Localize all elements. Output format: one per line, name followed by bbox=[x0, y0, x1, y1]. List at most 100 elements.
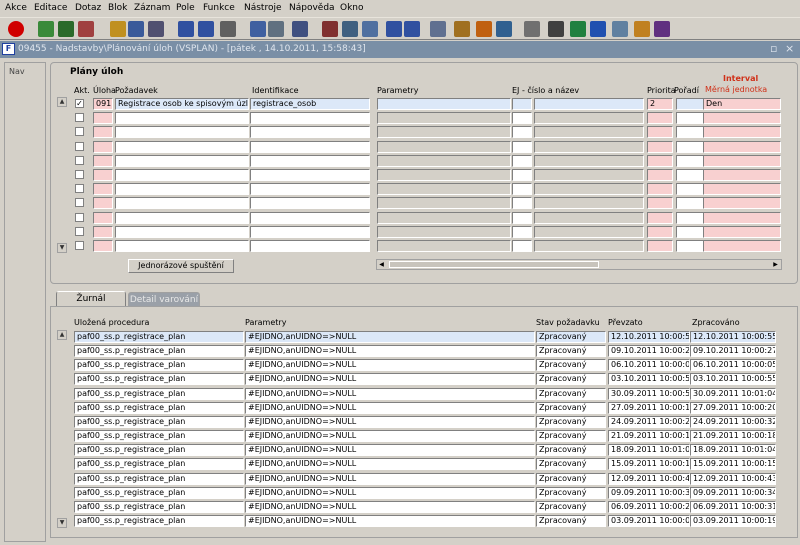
plan-cell-priorita[interactable] bbox=[647, 126, 673, 139]
plan-cell-uloha[interactable]: 091 bbox=[93, 98, 113, 110]
plan-cell-uloha[interactable] bbox=[93, 225, 113, 238]
cut-icon[interactable] bbox=[322, 21, 338, 37]
plan-cell-pozadavek[interactable]: Registrace osob ke spisovým úzlů bbox=[115, 98, 249, 110]
journal-cell-param[interactable]: #EJIDNO,anUIDNO=>NULL bbox=[245, 415, 535, 428]
plan-cell-parametry[interactable] bbox=[377, 225, 511, 238]
journal-cell-stav[interactable]: Zpracovaný bbox=[536, 472, 606, 485]
menu-0[interactable]: Akce bbox=[5, 3, 27, 13]
journal-cell-stav[interactable]: Zpracovaný bbox=[536, 430, 606, 443]
journal-cell-zpracovano[interactable]: 30.09.2011 10:01:04 bbox=[690, 387, 776, 400]
plan-cell-poradi[interactable] bbox=[676, 197, 704, 210]
journal-cell-stav[interactable]: Zpracovaný bbox=[536, 444, 606, 457]
plan-cell-ej-nazev[interactable] bbox=[534, 154, 644, 167]
plan-cell-priorita[interactable] bbox=[647, 169, 673, 181]
plan-cell-interval[interactable] bbox=[703, 154, 781, 167]
plan-cell-ej-nazev[interactable] bbox=[534, 112, 644, 125]
cancel-query-icon[interactable] bbox=[148, 21, 164, 37]
one-time-run-button[interactable]: Jednorázové spuštění bbox=[128, 259, 234, 273]
plan-cell-ej-nazev[interactable] bbox=[534, 169, 644, 181]
plans-hscroll[interactable]: ◀ ▶ bbox=[376, 259, 782, 270]
plan-cell-ej-cislo[interactable] bbox=[512, 154, 532, 167]
plan-cell-pozadavek[interactable] bbox=[115, 140, 249, 153]
plan-cell-ej-nazev[interactable] bbox=[534, 126, 644, 139]
print-icon[interactable] bbox=[250, 21, 266, 37]
journal-cell-zpracovano[interactable]: 03.10.2011 10:00:55 bbox=[690, 373, 776, 386]
akt-checkbox[interactable] bbox=[75, 212, 84, 222]
journal-cell-stav[interactable]: Zpracovaný bbox=[536, 345, 606, 358]
plan-cell-priorita[interactable] bbox=[647, 183, 673, 196]
plan-cell-parametry[interactable] bbox=[377, 140, 511, 153]
exit-icon[interactable] bbox=[8, 21, 24, 37]
akt-checkbox[interactable] bbox=[75, 241, 84, 250]
journal-cell-stav[interactable]: Zpracovaný bbox=[536, 458, 606, 471]
journal-cell-proc[interactable]: paf00_ss.p_registrace_plan bbox=[74, 345, 244, 358]
user-icon[interactable] bbox=[634, 21, 650, 37]
plan-cell-ej-nazev[interactable] bbox=[534, 183, 644, 196]
help-icon[interactable] bbox=[654, 21, 670, 37]
menu-1[interactable]: Editace bbox=[34, 3, 67, 13]
journal-cell-stav[interactable]: Zpracovaný bbox=[536, 514, 606, 527]
sort-asc-icon[interactable] bbox=[178, 21, 194, 37]
tab-zurnal[interactable]: Žurnál bbox=[56, 291, 126, 307]
plan-cell-poradi[interactable] bbox=[676, 169, 704, 181]
akt-checkbox[interactable] bbox=[75, 226, 84, 236]
plan-cell-interval[interactable] bbox=[703, 240, 781, 252]
journal-cell-proc[interactable]: paf00_ss.p_registrace_plan bbox=[74, 331, 244, 343]
plan-cell-poradi[interactable] bbox=[676, 183, 704, 196]
plan-cell-ej-cislo[interactable] bbox=[512, 140, 532, 153]
plan-cell-pozadavek[interactable] bbox=[115, 112, 249, 125]
journal-cell-proc[interactable]: paf00_ss.p_registrace_plan bbox=[74, 430, 244, 443]
journal-cell-zpracovano[interactable]: 09.10.2011 10:00:27 bbox=[690, 345, 776, 358]
akt-checkbox[interactable] bbox=[75, 198, 84, 208]
journal-cell-zpracovano[interactable]: 15.09.2011 10:00:15 bbox=[690, 458, 776, 471]
filter-icon[interactable] bbox=[220, 21, 236, 37]
journal-cell-stav[interactable]: Zpracovaný bbox=[536, 486, 606, 499]
akt-checkbox[interactable] bbox=[75, 155, 84, 165]
plan-cell-ej-cislo[interactable] bbox=[512, 197, 532, 210]
menu-6[interactable]: Funkce bbox=[203, 3, 235, 13]
journal-cell-param[interactable]: #EJIDNO,anUIDNO=>NULL bbox=[245, 345, 535, 358]
journal-cell-proc[interactable]: paf00_ss.p_registrace_plan bbox=[74, 486, 244, 499]
plan-cell-pozadavek[interactable] bbox=[115, 126, 249, 139]
plan-cell-poradi[interactable] bbox=[676, 211, 704, 224]
journal-cell-prevzato[interactable]: 12.10.2011 10:00:53 bbox=[608, 331, 690, 343]
plan-cell-interval[interactable] bbox=[703, 140, 781, 153]
journal-cell-prevzato[interactable]: 03.09.2011 10:00:09 bbox=[608, 514, 690, 527]
scroll-right-icon[interactable]: ▶ bbox=[771, 260, 780, 269]
preview-icon[interactable] bbox=[268, 21, 284, 37]
journal-cell-proc[interactable]: paf00_ss.p_registrace_plan bbox=[74, 401, 244, 414]
plan-cell-identifikace[interactable] bbox=[250, 169, 370, 181]
journal-cell-param[interactable]: #EJIDNO,anUIDNO=>NULL bbox=[245, 359, 535, 372]
plan-cell-interval[interactable] bbox=[703, 126, 781, 139]
journal-cell-prevzato[interactable]: 21.09.2011 10:00:14 bbox=[608, 430, 690, 443]
journal-scroll-down-icon[interactable]: ▼ bbox=[57, 518, 67, 528]
plan-cell-ej-nazev[interactable] bbox=[534, 211, 644, 224]
plan-cell-identifikace[interactable] bbox=[250, 240, 370, 252]
settings-icon[interactable] bbox=[612, 21, 628, 37]
plan-cell-priorita[interactable] bbox=[647, 154, 673, 167]
plan-cell-uloha[interactable] bbox=[93, 140, 113, 153]
plan-cell-ej-cislo[interactable] bbox=[512, 126, 532, 139]
plan-cell-parametry[interactable] bbox=[377, 183, 511, 196]
plan-cell-identifikace[interactable] bbox=[250, 197, 370, 210]
journal-cell-proc[interactable]: paf00_ss.p_registrace_plan bbox=[74, 472, 244, 485]
plan-cell-identifikace[interactable] bbox=[250, 112, 370, 125]
plan-cell-parametry[interactable] bbox=[377, 240, 511, 252]
scroll-left-icon[interactable]: ◀ bbox=[377, 260, 386, 269]
journal-cell-stav[interactable]: Zpracovaný bbox=[536, 387, 606, 400]
plan-cell-priorita[interactable]: 2 bbox=[647, 98, 673, 110]
plan-cell-poradi[interactable] bbox=[676, 112, 704, 125]
journal-cell-stav[interactable]: Zpracovaný bbox=[536, 331, 606, 343]
plan-cell-poradi[interactable] bbox=[676, 240, 704, 252]
journal-vscroll[interactable]: ▲ ▼ bbox=[57, 330, 67, 528]
journal-cell-prevzato[interactable]: 06.10.2011 10:00:02 bbox=[608, 359, 690, 372]
journal-cell-param[interactable]: #EJIDNO,anUIDNO=>NULL bbox=[245, 500, 535, 513]
alert-icon[interactable] bbox=[496, 21, 512, 37]
journal-cell-zpracovano[interactable]: 12.09.2011 10:00:43 bbox=[690, 472, 776, 485]
plan-cell-ej-nazev[interactable] bbox=[534, 240, 644, 252]
plan-cell-poradi[interactable] bbox=[676, 154, 704, 167]
plan-cell-interval[interactable] bbox=[703, 197, 781, 210]
plan-cell-priorita[interactable] bbox=[647, 225, 673, 238]
plans-vscroll[interactable]: ▲ ▼ bbox=[57, 97, 67, 253]
akt-checkbox[interactable] bbox=[75, 127, 84, 137]
